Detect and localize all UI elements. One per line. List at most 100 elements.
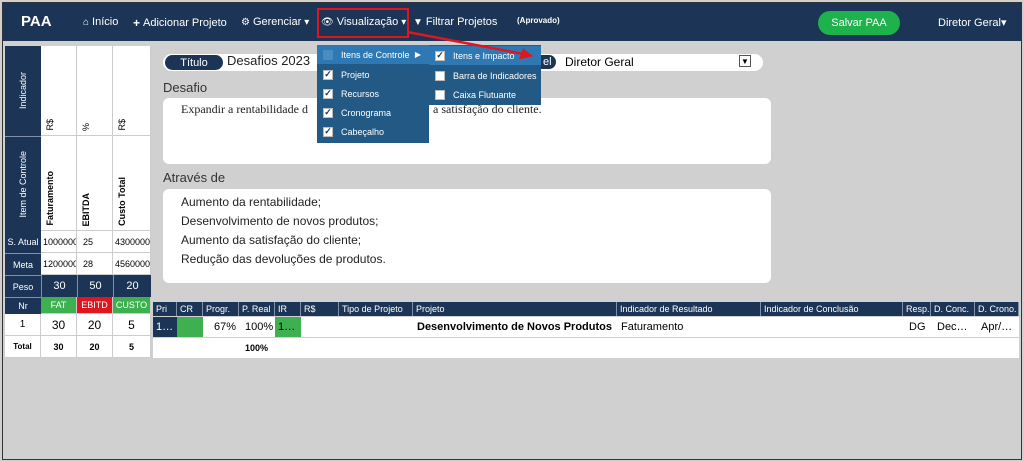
nav-filtrar-projetos[interactable]: ▼ Filtrar Projetos [413,16,497,28]
col-projeto[interactable]: Projeto [413,302,617,316]
home-icon: ⌂ [83,16,90,28]
meta-value[interactable]: 4560000 [113,253,151,275]
responsavel-label: el [539,55,556,69]
status-badge: (Aprovado) [517,16,560,25]
col-ind-res[interactable]: Indicador de Resultado [617,302,761,316]
checkbox-checked-icon[interactable]: ✓ [323,69,333,80]
row-label: Peso [5,275,41,297]
atraves-textarea[interactable]: Aumento da rentabilidade; Desenvolviment… [163,189,771,283]
nav-filtrar-label: Filtrar Projetos [425,16,498,28]
column-name-cell: EBITDA [77,136,113,231]
itens-controle-submenu: ✓ Itens e Impacto Barra de Indicadores C… [429,45,541,105]
unit-cell: % [77,46,113,136]
cell-dconc: Dec… [931,317,975,337]
row-label: Meta [5,253,41,275]
cell-pri[interactable]: 1… [153,317,177,337]
unit-label: % [81,122,91,131]
cell-ir[interactable]: 1… [275,317,301,337]
item-controle-header: Item de Controle [5,136,41,231]
menu-item-label: Cabeçalho [341,126,385,137]
brand-logo: PAA [21,13,52,30]
atraves-label: Através de [163,170,226,185]
checkbox-checked-icon[interactable]: ✓ [323,107,333,118]
title-input[interactable]: Desafios 2023 [227,53,310,68]
col-dconc[interactable]: D. Conc. [931,302,975,316]
menu-item-cabecalho[interactable]: ✓ Cabeçalho [317,122,429,141]
menu-item-recursos[interactable]: ✓ Recursos [317,84,429,103]
projects-table: Pri CR Progr. P. Real IR R$ Tipo de Proj… [5,302,1019,358]
submenu-item-label: Barra de Indicadores [453,70,537,81]
checkbox-checked-icon[interactable]: ✓ [323,126,333,137]
caret-right-icon: ▶ [414,50,421,59]
col-ind-conc[interactable]: Indicador de Conclusão [761,302,903,316]
s-atual-value[interactable]: 1000000 [41,231,77,253]
peso-value[interactable]: 30 [41,275,77,297]
user-menu[interactable]: Diretor Geral▾ [938,16,1007,29]
submenu-item-label: Caixa Flutuante [453,89,517,100]
highlight-box [317,8,409,38]
atraves-line: Desenvolvimento de novos produtos; [181,214,379,228]
meta-value[interactable]: 1200000 [41,253,77,275]
cell-dcrono: Apr/… [975,317,1019,337]
cell-ind-res: Faturamento [617,317,761,337]
cell-projeto[interactable]: Desenvolvimento de Novos Produtos [413,317,617,337]
unit-label: R$ [117,119,127,131]
responsavel-select[interactable]: Diretor Geral ▼ [563,54,753,70]
submenu-item-barra-indicadores[interactable]: Barra de Indicadores [429,66,541,85]
menu-item-label: Recursos [341,88,380,99]
menu-item-itens-controle[interactable]: Itens de Controle ▶ [317,45,429,64]
meta-value[interactable]: 28 [77,253,113,275]
column-name-cell: Faturamento [41,136,77,231]
nav-inicio[interactable]: ⌂ Início [83,16,118,28]
caret-down-icon: ▾ [304,16,310,28]
top-navbar: PAA ⌂ Início + Adicionar Projeto ⚙ Gerencia… [3,3,1021,41]
peso-value[interactable]: 20 [113,275,151,297]
checkbox-unchecked-icon[interactable] [435,70,445,81]
submenu-item-caixa-flutuante[interactable]: Caixa Flutuante [429,85,541,104]
col-progr[interactable]: Progr. [203,302,239,316]
cell-preal: 100% [239,317,275,337]
nav-gerenciar-label: Gerenciar [252,16,302,28]
cell-resp: DG [903,317,931,337]
col-preal[interactable]: P. Real [239,302,275,316]
title-label: Título [165,55,223,70]
menu-item-cronograma[interactable]: ✓ Cronograma [317,103,429,122]
header-form: Título Desafios 2023 el Diretor Geral ▼ … [153,46,1019,298]
save-paa-button[interactable]: Salvar PAA [818,11,900,35]
col-rs[interactable]: R$ [301,302,339,316]
desafio-text-left: Expandir a rentabilidade d [181,102,308,116]
user-name: Diretor Geral [938,17,1001,29]
menu-item-projeto[interactable]: ✓ Projeto [317,65,429,84]
cell-progr: 67% [203,317,239,337]
cell-cr[interactable] [177,317,203,337]
row-label: S. Atual [5,231,41,253]
cell-tipo [339,317,413,337]
menu-item-label: Itens de Controle [341,49,410,60]
checkbox-unchecked-icon[interactable] [435,89,445,100]
desafio-label: Desafio [163,80,208,95]
total-preal: 100% [239,338,275,358]
col-tipo[interactable]: Tipo de Projeto [339,302,413,316]
column-name-cell: Custo Total [113,136,151,231]
s-atual-value[interactable]: 4300000 [113,231,151,253]
peso-value[interactable]: 50 [77,275,113,297]
s-atual-value[interactable]: 25 [77,231,113,253]
checkbox-checked-icon[interactable]: ✓ [323,88,333,99]
nav-gerenciar[interactable]: ⚙ Gerenciar ▾ [241,16,309,28]
col-dcrono[interactable]: D. Crono. [975,302,1019,316]
submenu-item-itens-impacto[interactable]: ✓ Itens e Impacto [429,46,541,65]
nav-adicionar-projeto[interactable]: + Adicionar Projeto [133,16,227,30]
checkbox-unchecked-icon[interactable] [323,49,333,60]
checkbox-checked-icon[interactable]: ✓ [435,50,445,61]
desafio-textarea[interactable]: Expandir a rentabilidade d a satisfação … [163,98,771,164]
nav-adicionar-label: Adicionar Projeto [143,17,227,29]
gears-icon: ⚙ [241,16,250,28]
col-ir[interactable]: IR [275,302,301,316]
col-pri[interactable]: Pri [153,302,177,316]
col-resp[interactable]: Resp. [903,302,931,316]
indicador-label: Indicador [18,72,28,110]
column-name: EBITDA [81,192,91,227]
menu-item-label: Cronograma [341,107,392,118]
unit-cell: R$ [41,46,77,136]
col-cr[interactable]: CR [177,302,203,316]
